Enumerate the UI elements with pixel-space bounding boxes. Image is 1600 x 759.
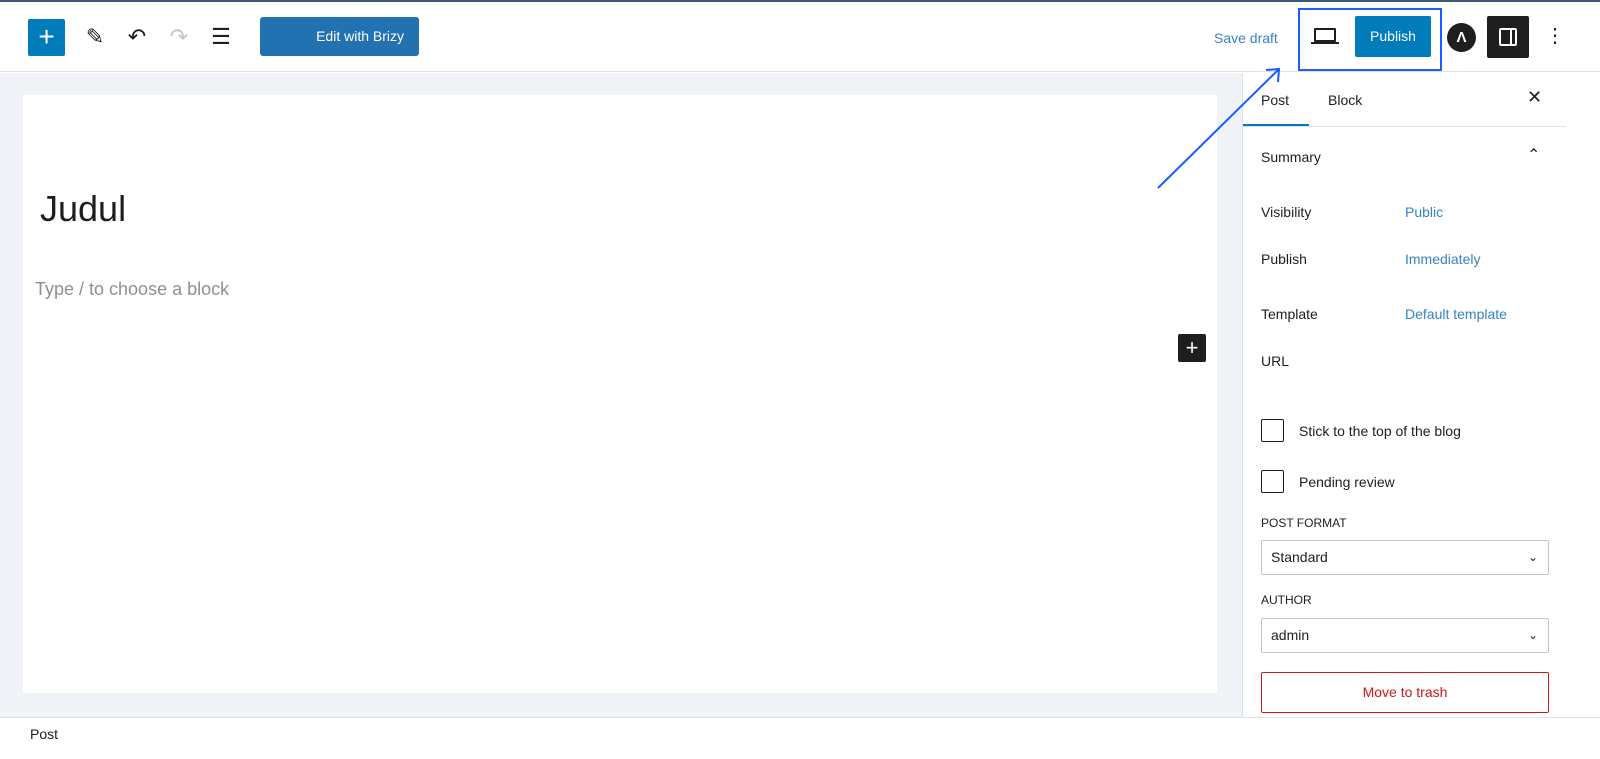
annotation-arrow [1157,67,1281,189]
